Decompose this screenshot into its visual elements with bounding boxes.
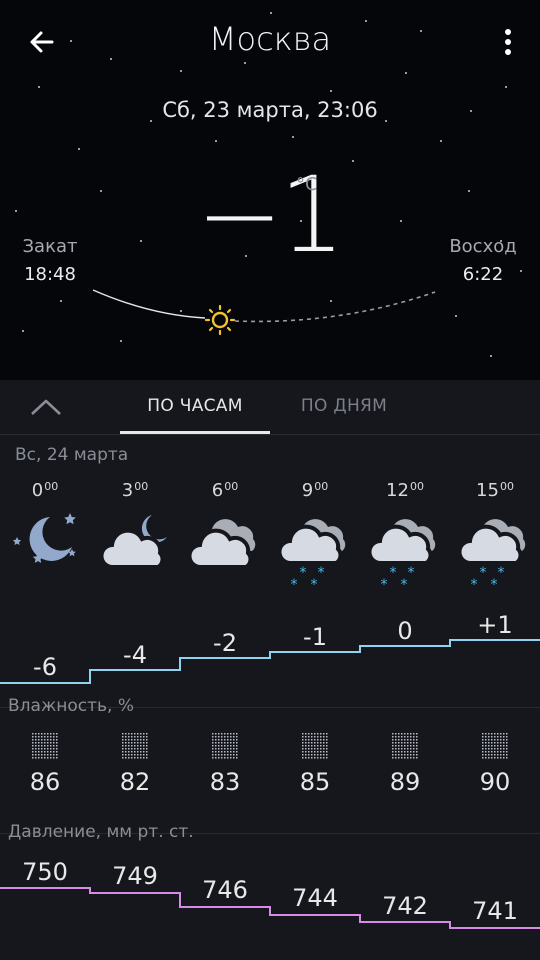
- tab-daily[interactable]: ПО ДНЯМ: [284, 396, 404, 416]
- city-title: Москва: [208, 20, 332, 58]
- active-tab-indicator: [120, 431, 270, 434]
- pressure-section-label: Давление, мм рт. ст.: [8, 822, 194, 842]
- hour-label: 300: [121, 480, 149, 501]
- temperature-value: 0: [397, 617, 413, 645]
- star: [38, 86, 40, 88]
- star: [270, 12, 272, 14]
- pressure-value: 746: [202, 876, 248, 904]
- hour-label: 1500: [476, 480, 514, 501]
- collapse-chevron-icon[interactable]: [28, 392, 64, 422]
- svg-text:*: *: [471, 577, 478, 593]
- sun-arc: [92, 289, 436, 336]
- temperature-value: +1: [477, 611, 513, 639]
- sunrise-label: Восход: [449, 236, 517, 257]
- hour-label: 000: [31, 480, 59, 501]
- svg-text:*: *: [408, 565, 415, 581]
- cloud-snow-icon: * * * *: [367, 519, 436, 593]
- humidity-value: 89: [389, 768, 421, 796]
- sun-icon: [204, 304, 236, 336]
- humidity-value: 85: [299, 768, 331, 796]
- forecast-day-label: Вс, 24 марта: [15, 445, 129, 465]
- star: [330, 90, 332, 92]
- svg-text:*: *: [318, 565, 325, 581]
- svg-text:*: *: [381, 577, 388, 593]
- humidity-value: 82: [119, 768, 151, 796]
- humidity-icon: [32, 733, 58, 759]
- more-menu-icon[interactable]: [498, 26, 518, 58]
- star: [244, 62, 246, 64]
- pressure-value: 741: [472, 897, 518, 925]
- humidity-icon: [482, 733, 508, 759]
- pressure-value: 744: [292, 884, 338, 912]
- pressure-value: 749: [112, 862, 158, 890]
- humidity-section-label: Влажность, %: [8, 696, 135, 716]
- cloud-snow-icon: * * * *: [277, 519, 346, 593]
- star: [505, 86, 507, 88]
- svg-text:*: *: [480, 565, 487, 581]
- pressure-value: 742: [382, 892, 428, 920]
- temperature-value: -1: [303, 623, 327, 651]
- humidity-value: 90: [479, 768, 511, 796]
- svg-text:*: *: [311, 577, 318, 593]
- humidity-value: 86: [29, 768, 61, 796]
- star: [78, 148, 80, 150]
- svg-text:*: *: [390, 565, 397, 581]
- cloud-moon-icon: [99, 515, 167, 569]
- humidity-icon: [122, 733, 148, 759]
- svg-text:*: *: [498, 565, 505, 581]
- star: [215, 140, 217, 142]
- temperature-value: -6: [33, 653, 57, 681]
- hour-label: 900: [301, 480, 329, 501]
- star: [292, 136, 294, 138]
- svg-text:*: *: [300, 565, 307, 581]
- forecast-tabs: ПО ЧАСАМ ПО ДНЯМ: [0, 380, 540, 435]
- moon-stars-icon: [12, 513, 76, 563]
- star: [490, 355, 492, 357]
- star: [440, 140, 442, 142]
- temperature-unit: °C: [296, 174, 318, 195]
- humidity-icon: [302, 733, 328, 759]
- svg-text:*: *: [401, 577, 408, 593]
- star: [110, 58, 112, 60]
- cloud-snow-icon: * * * *: [457, 519, 526, 593]
- star: [120, 340, 122, 342]
- humidity-icon: [392, 733, 418, 759]
- sunset-label: Закат: [22, 236, 78, 257]
- temperature-value: -4: [123, 641, 147, 669]
- humidity-icon: [212, 733, 238, 759]
- star: [180, 70, 182, 72]
- svg-text:*: *: [491, 577, 498, 593]
- hour-label: 600: [211, 480, 239, 501]
- humidity-value: 83: [209, 768, 241, 796]
- cloud-icon: [187, 519, 256, 569]
- pressure-value: 750: [22, 858, 68, 886]
- hour-label: 1200: [386, 480, 424, 501]
- star: [405, 72, 407, 74]
- svg-text:*: *: [291, 577, 298, 593]
- temperature-value: -2: [213, 629, 237, 657]
- sky-header: Москва Сб, 23 марта, 23:06 −1 °C Закат 1…: [0, 0, 540, 380]
- current-datetime: Сб, 23 марта, 23:06: [162, 98, 378, 122]
- current-temperature: −1: [196, 154, 345, 276]
- tab-hourly[interactable]: ПО ЧАСАМ: [120, 396, 270, 416]
